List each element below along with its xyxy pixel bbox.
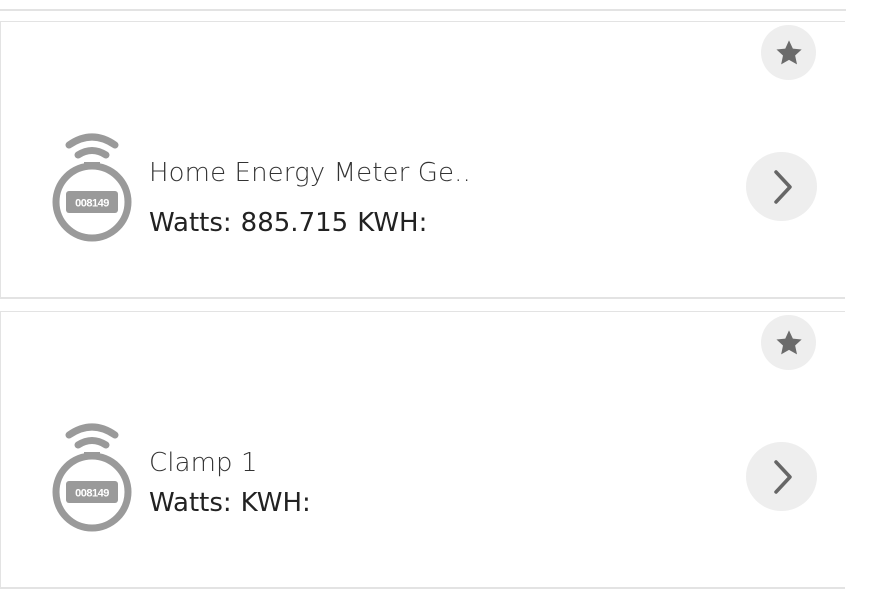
device-name: Clamp 1 xyxy=(149,448,258,478)
meter-display: 008149 xyxy=(75,488,109,500)
favorite-button[interactable] xyxy=(761,315,816,370)
open-device-button[interactable] xyxy=(746,152,817,221)
device-card[interactable]: 008149 Home Energy Meter Ge.. Watts: 885.… xyxy=(0,21,845,299)
chevron-right-icon xyxy=(773,459,792,494)
watts-label: Watts: xyxy=(149,208,232,238)
star-icon xyxy=(775,329,802,354)
chevron-right-icon xyxy=(773,169,792,204)
energy-meter-icon: 008149 xyxy=(49,131,135,243)
meter-display: 008149 xyxy=(75,198,109,210)
watts-label: Watts: xyxy=(149,488,232,518)
device-name: Home Energy Meter Ge.. xyxy=(149,158,471,188)
top-divider xyxy=(0,9,846,11)
kwh-label: KWH: xyxy=(240,488,311,518)
device-readings: Watts: 885.715 KWH: xyxy=(149,208,436,238)
device-readings: Watts: KWH: xyxy=(149,488,320,518)
star-icon xyxy=(775,39,802,64)
favorite-button[interactable] xyxy=(761,25,816,80)
open-device-button[interactable] xyxy=(746,442,817,511)
kwh-label: KWH: xyxy=(357,208,428,238)
watts-value: 885.715 xyxy=(240,208,349,238)
energy-meter-icon: 008149 xyxy=(49,421,135,533)
device-card[interactable]: 008149 Clamp 1 Watts: KWH: xyxy=(0,311,845,589)
